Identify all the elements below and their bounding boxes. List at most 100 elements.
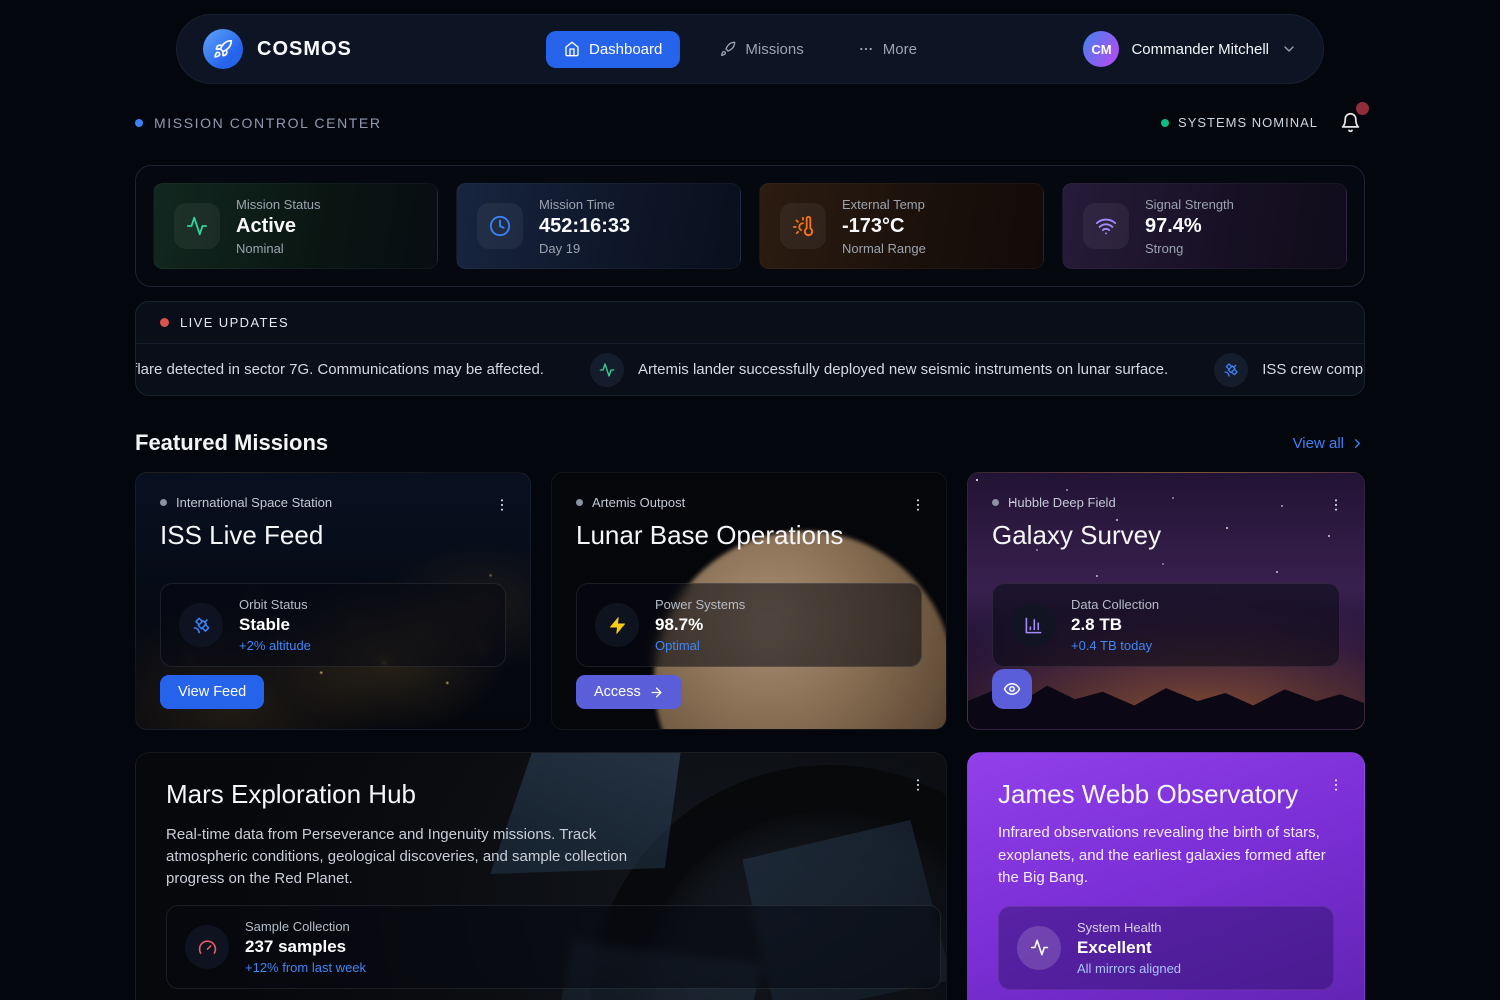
stat-value: -173°C: [842, 215, 926, 238]
live-red-dot: [160, 318, 169, 327]
card-tag: International Space Station: [160, 495, 506, 510]
card-title: James Webb Observatory: [998, 779, 1334, 810]
rocket-icon: [720, 41, 736, 57]
stat-sub: Normal Range: [842, 241, 926, 256]
metric-panel: System Health Excellent All mirrors alig…: [998, 906, 1334, 990]
ticker-item: ISS crew completes critical EVA: [1214, 353, 1364, 387]
metric-label: Sample Collection: [245, 919, 366, 934]
stat-value: 97.4%: [1145, 215, 1234, 238]
page-title: MISSION CONTROL CENTER: [154, 115, 382, 131]
metric-value: 237 samples: [245, 937, 366, 957]
view-feed-button[interactable]: View Feed: [160, 675, 264, 709]
ticker-track: Solar flare detected in sector 7G. Commu…: [136, 353, 1364, 387]
nav-link-label: Dashboard: [589, 41, 662, 58]
nav-link-label: More: [883, 41, 917, 58]
metric-delta: +12% from last week: [245, 960, 366, 975]
metric-value: 2.8 TB: [1071, 615, 1159, 635]
stat-sub: Day 19: [539, 241, 630, 256]
card-description: Real-time data from Perseverance and Ing…: [166, 824, 636, 889]
user-menu[interactable]: CM Commander Mitchell: [1083, 31, 1297, 67]
zap-icon: [595, 603, 639, 647]
tag-label: Artemis Outpost: [592, 495, 685, 510]
metric-label: Data Collection: [1071, 597, 1159, 612]
section-title: Featured Missions: [135, 430, 328, 456]
stats-panel: Mission Status Active Nominal Mission Ti…: [135, 165, 1365, 287]
systems-status-badge: SYSTEMS NOMINAL: [1161, 115, 1318, 130]
nav-link-dashboard[interactable]: Dashboard: [546, 31, 680, 68]
live-updates-panel: LIVE UPDATES Solar flare detected in sec…: [135, 301, 1365, 396]
mission-card-galaxy[interactable]: Hubble Deep Field Galaxy Survey Data Col…: [967, 472, 1365, 730]
wifi-icon: [1083, 203, 1129, 249]
ticker-message: ISS crew completes critical EVA: [1262, 361, 1364, 378]
card-menu-kebab-icon[interactable]: [1322, 491, 1350, 519]
tag-label: Hubble Deep Field: [1008, 495, 1116, 510]
spotlight-row: Mars Exploration Hub Real-time data from…: [135, 752, 1365, 1000]
arrow-right-icon: [649, 685, 664, 700]
eye-icon: [1003, 680, 1021, 698]
bar-chart-icon: [1011, 603, 1055, 647]
satellite-icon: [1214, 353, 1248, 387]
stat-card-mission-status: Mission Status Active Nominal: [153, 183, 438, 269]
card-menu-kebab-icon[interactable]: [488, 491, 516, 519]
card-title: Lunar Base Operations: [576, 520, 922, 551]
james-webb-card[interactable]: James Webb Observatory Infrared observat…: [967, 752, 1365, 1000]
metric-label: System Health: [1077, 920, 1181, 935]
card-menu-kebab-icon[interactable]: [904, 491, 932, 519]
stat-sub: Nominal: [236, 241, 321, 256]
stat-label: Signal Strength: [1145, 197, 1234, 212]
ticker-message: Solar flare detected in sector 7G. Commu…: [136, 361, 544, 378]
card-title: Mars Exploration Hub: [166, 779, 916, 810]
avatar: CM: [1083, 31, 1119, 67]
mars-exploration-card[interactable]: Mars Exploration Hub Real-time data from…: [135, 752, 947, 1000]
brand-name: COSMOS: [257, 38, 352, 61]
access-button[interactable]: Access: [576, 675, 682, 709]
ticker-item: Solar flare detected in sector 7G. Commu…: [136, 353, 544, 387]
rocket-logo-icon: [203, 29, 243, 69]
activity-icon: [174, 203, 220, 249]
nav-link-missions[interactable]: Missions: [706, 31, 817, 68]
clock-icon: [477, 203, 523, 249]
view-all-link[interactable]: View all: [1293, 435, 1365, 452]
stat-card-signal-strength: Signal Strength 97.4% Strong: [1062, 183, 1347, 269]
home-icon: [564, 41, 580, 57]
stat-label: Mission Status: [236, 197, 321, 212]
mission-card-lunar[interactable]: Artemis Outpost Lunar Base Operations Po…: [551, 472, 947, 730]
top-navbar: COSMOS Dashboard Missions More CM Comman…: [176, 14, 1324, 84]
satellite-icon: [179, 603, 223, 647]
systems-status-label: SYSTEMS NOMINAL: [1178, 115, 1318, 130]
ellipsis-icon: [858, 41, 874, 57]
green-status-dot: [1161, 119, 1169, 127]
ticker-message: Artemis lander successfully deployed new…: [638, 361, 1168, 378]
featured-cards-row: International Space Station ISS Live Fee…: [135, 472, 1365, 730]
card-title: ISS Live Feed: [160, 520, 506, 551]
user-name: Commander Mitchell: [1131, 41, 1269, 58]
page-title-group: MISSION CONTROL CENTER: [135, 115, 382, 131]
card-menu-kebab-icon[interactable]: [1322, 771, 1350, 799]
starfield: [976, 479, 978, 481]
live-updates-header: LIVE UPDATES: [136, 302, 1364, 344]
blue-status-dot: [135, 119, 143, 127]
status-group: SYSTEMS NOMINAL: [1161, 108, 1365, 137]
featured-missions-header: Featured Missions View all: [135, 430, 1365, 456]
metric-delta: +2% altitude: [239, 638, 311, 653]
ticker-item: Artemis lander successfully deployed new…: [590, 353, 1168, 387]
gauge-icon: [185, 925, 229, 969]
stat-card-mission-time: Mission Time 452:16:33 Day 19: [456, 183, 741, 269]
metric-delta: All mirrors aligned: [1077, 961, 1181, 976]
chevron-down-icon: [1281, 41, 1297, 57]
subheader: MISSION CONTROL CENTER SYSTEMS NOMINAL: [135, 108, 1365, 137]
view-all-label: View all: [1293, 435, 1344, 452]
nav-link-more[interactable]: More: [844, 31, 931, 68]
eye-view-button[interactable]: [992, 669, 1032, 709]
card-menu-kebab-icon[interactable]: [904, 771, 932, 799]
metric-panel: Data Collection 2.8 TB +0.4 TB today: [992, 583, 1340, 667]
metric-delta: Optimal: [655, 638, 745, 653]
tag-label: International Space Station: [176, 495, 332, 510]
notifications-bell-icon[interactable]: [1336, 108, 1365, 137]
metric-value: 98.7%: [655, 615, 745, 635]
metric-label: Power Systems: [655, 597, 745, 612]
news-ticker: Solar flare detected in sector 7G. Commu…: [136, 344, 1364, 395]
metric-panel: Orbit Status Stable +2% altitude: [160, 583, 506, 667]
mission-card-iss[interactable]: International Space Station ISS Live Fee…: [135, 472, 531, 730]
button-label: View Feed: [178, 684, 246, 700]
